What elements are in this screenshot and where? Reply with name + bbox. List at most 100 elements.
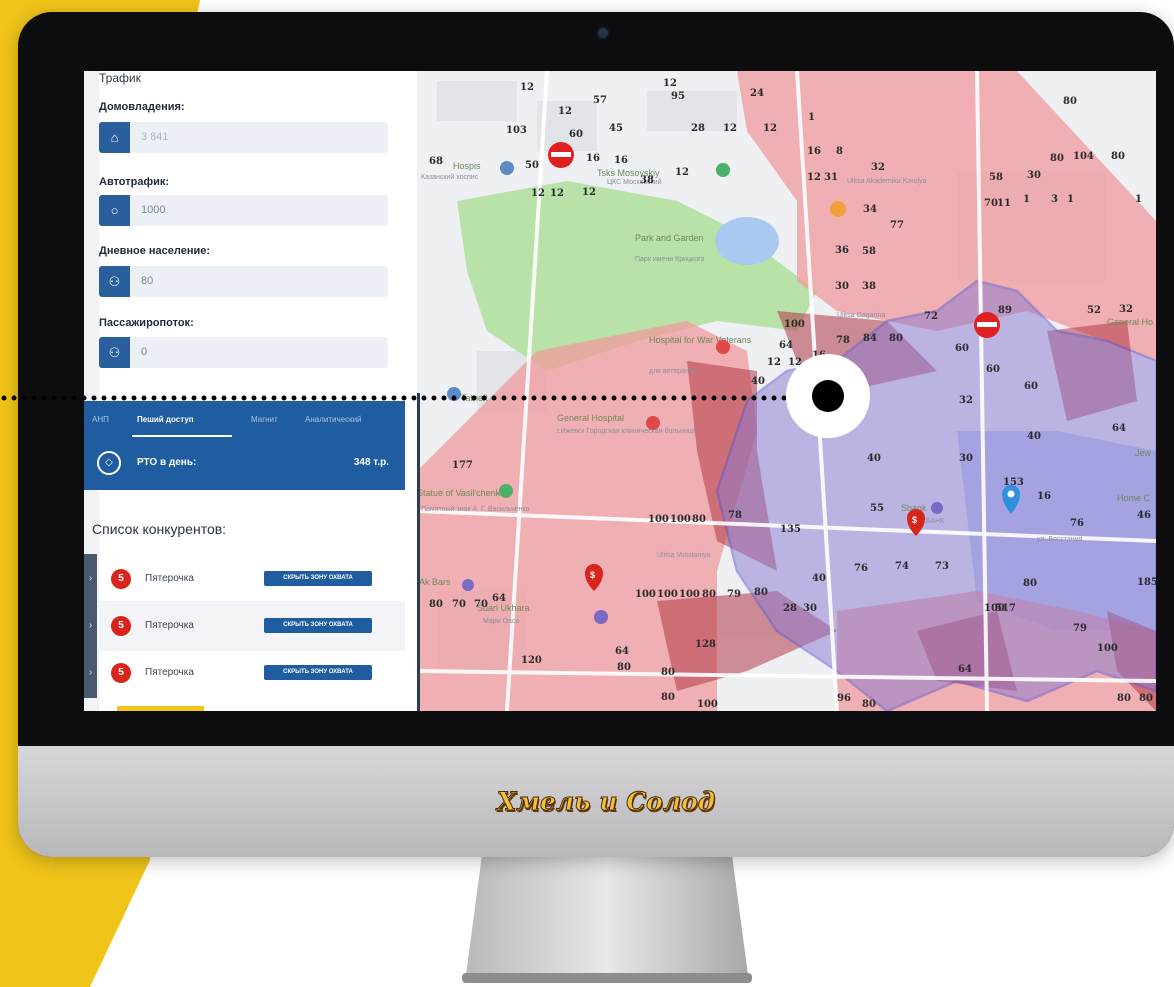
map-number-label: 100 — [679, 589, 700, 600]
map-number-label: 177 — [452, 460, 473, 471]
map-number-label: 1 — [1023, 194, 1030, 205]
rto-summary: ◇ РТО в день: 348 т.р. — [84, 437, 405, 490]
pyaterochka-logo-icon: 5 — [111, 569, 131, 589]
map-number-label: 12 — [663, 78, 677, 89]
map-number-label: 60 — [955, 343, 969, 354]
map-number-label: 30 — [803, 603, 817, 614]
map-number-label: 38 — [862, 281, 876, 292]
map-number-label: 55 — [870, 503, 884, 514]
map-number-label: 12 — [531, 188, 545, 199]
households-field[interactable]: ⌂ 3 841 — [99, 122, 388, 153]
map-label-street-vosstaniya: ул. Восстания — [1037, 536, 1083, 543]
map-number-label: 80 — [661, 667, 675, 678]
camera-icon — [596, 26, 610, 40]
map-number-label: 60 — [986, 364, 1000, 375]
passengers-icon: ⚇ — [99, 337, 130, 368]
rto-value: 348 т.р. — [353, 457, 389, 468]
map-number-label: 100 — [648, 514, 669, 525]
hide-coverage-zone-button[interactable]: СКРЫТЬ ЗОНУ ОХВАТА — [264, 665, 372, 680]
autotraffic-value: 1000 — [141, 204, 166, 216]
tab-analytical[interactable]: Аналитический — [305, 415, 362, 424]
households-value: 3 841 — [141, 131, 169, 143]
chevron-right-icon[interactable]: › — [84, 648, 97, 698]
passengers-value: 0 — [141, 346, 148, 358]
competitor-name: Пятерочка — [145, 667, 194, 678]
map-number-label: 76 — [854, 563, 868, 574]
map-number-label: 80 — [1139, 693, 1153, 704]
pyaterochka-logo-icon: 5 — [111, 616, 131, 636]
map-number-label: 64 — [615, 646, 629, 657]
map-number-label: 60 — [569, 129, 583, 140]
competitor-row: › 5 Пятерочка СКРЫТЬ ЗОНУ ОХВАТА — [84, 601, 405, 651]
competitor-name: Пятерочка — [145, 573, 194, 584]
map-number-label: 80 — [754, 587, 768, 598]
map-number-label: 60 — [1024, 381, 1038, 392]
day-population-field[interactable]: ⚇ 80 — [99, 266, 388, 297]
map-number-label: 70 — [984, 198, 998, 209]
hide-coverage-zone-button[interactable]: СКРЫТЬ ЗОНУ ОХВАТА — [264, 571, 372, 586]
map-label-park: Park and Garden — [635, 233, 704, 243]
tab-anp[interactable]: АНП — [92, 415, 109, 424]
map-number-label: 36 — [835, 245, 849, 256]
map-number-label: 34 — [863, 204, 877, 215]
tab-magnit[interactable]: Магнит — [251, 415, 278, 424]
map-number-label: 31 — [824, 172, 838, 183]
map-label-statue-sub: Памятный знак А. Г. Васильченко — [421, 505, 530, 513]
map-number-label: 120 — [521, 655, 542, 666]
map-number-label: 12 — [763, 123, 777, 134]
map-number-label: 16 — [1037, 491, 1051, 502]
autotraffic-field[interactable]: ○ 1000 — [99, 195, 388, 226]
map-label-hospis-sub: Казанский хоспис — [421, 173, 479, 181]
chevron-right-icon[interactable]: › — [84, 554, 97, 604]
tab-walking-access[interactable]: Пеший доступ — [137, 415, 194, 424]
passengers-field[interactable]: ⚇ 0 — [99, 337, 388, 368]
map-number-label: 100 — [784, 319, 805, 330]
map-number-label: 80 — [1111, 151, 1125, 162]
competitors-title: Список конкурентов: — [92, 521, 227, 537]
map-number-label: 40 — [867, 453, 881, 464]
map-number-label: 72 — [924, 311, 938, 322]
map-label-ulitsa-vosstaniya: Ulitsa Vosstaniya — [657, 552, 710, 559]
map-label-general-hospital-sub: г.Ижевск Городская клиническая больница — [557, 427, 696, 435]
competitor-marker[interactable] — [974, 312, 1000, 338]
map-number-label: 80 — [862, 699, 876, 710]
svg-text:$: $ — [912, 515, 917, 525]
hide-coverage-zone-button[interactable]: СКРЫТЬ ЗОНУ ОХВАТА — [264, 618, 372, 633]
map-number-label: 16 — [614, 155, 628, 166]
dotted-pointer-line — [1, 395, 793, 401]
svg-text:$: $ — [590, 570, 595, 580]
map-number-label: 32 — [1119, 304, 1133, 315]
map-number-label: 80 — [889, 333, 903, 344]
map-number-label: 3 — [1051, 194, 1058, 205]
map-number-label: 57 — [593, 95, 607, 106]
competitor-name: Пятерочка — [145, 620, 194, 631]
competitor-row: › 5 Пятерочка СКРЫТЬ ЗОНУ ОХВАТА — [84, 554, 405, 604]
map-number-label: 96 — [837, 693, 851, 704]
map-number-label: 100 — [1097, 643, 1118, 654]
map-number-label: 50 — [525, 160, 539, 171]
section-title-traffic: Трафик — [99, 71, 141, 85]
field-label-households: Домовладения: — [99, 101, 185, 113]
chevron-right-icon[interactable]: › — [84, 601, 97, 651]
panel-divider[interactable] — [417, 393, 420, 711]
map-number-label: 73 — [935, 561, 949, 572]
brand-logo: Хмель и Солод — [496, 787, 716, 817]
scroll-indicator — [117, 706, 204, 711]
map-number-label: 79 — [727, 589, 741, 600]
map-label-statue: Statue of Vasil'chenko — [417, 488, 505, 498]
map-number-label: 70 — [452, 599, 466, 610]
monitor-frame: Park and Garden Парк имени Крицкого Hosp… — [18, 12, 1174, 857]
map-number-label: 38 — [640, 175, 654, 186]
map-number-label: 12 — [558, 106, 572, 117]
map-label-hospital: Hospital for War Veterans — [649, 335, 752, 345]
map-number-label: 128 — [695, 639, 716, 650]
map-number-label: 11 — [997, 198, 1011, 209]
map-number-label: 12 — [550, 188, 564, 199]
map-number-label: 16 — [807, 146, 821, 157]
map-number-label: 79 — [1073, 623, 1087, 634]
competitor-marker[interactable] — [548, 142, 574, 168]
home-icon: ⌂ — [99, 122, 130, 153]
map-number-label: 30 — [1027, 170, 1041, 181]
map-label-home-c: Home C — [1117, 493, 1151, 503]
map-label-general-hospital: General Hospital — [557, 413, 624, 423]
